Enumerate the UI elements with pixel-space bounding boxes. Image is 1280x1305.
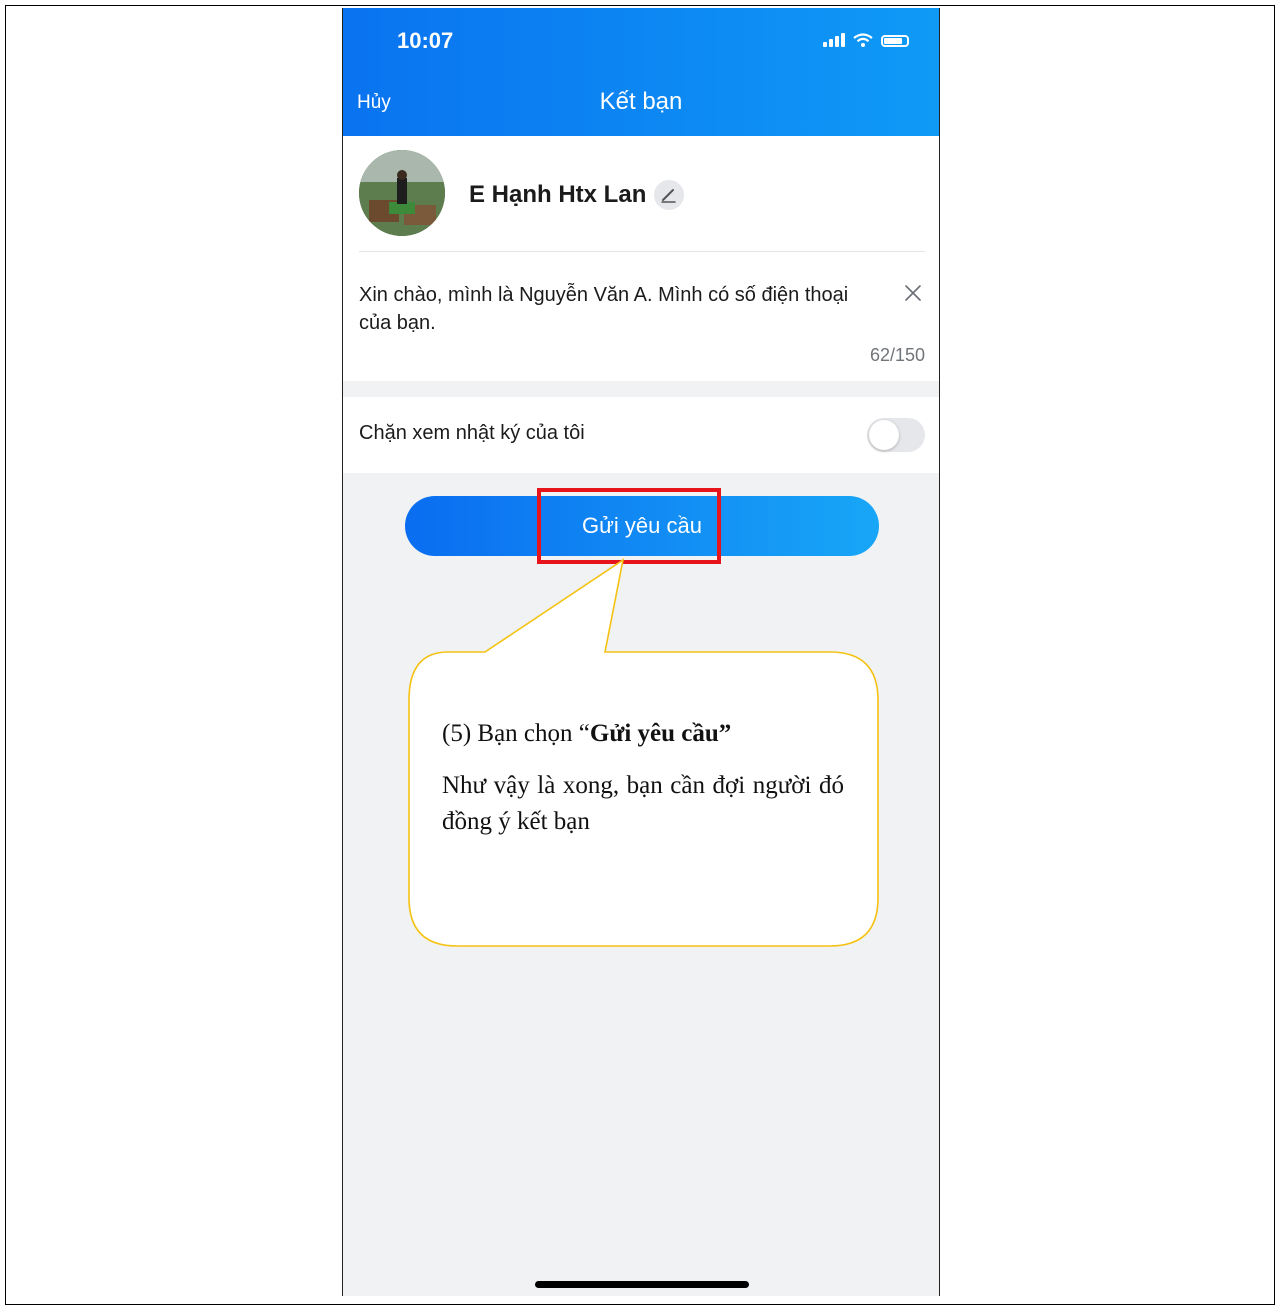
signal-icon [823, 33, 845, 47]
battery-icon [881, 35, 909, 47]
callout-description: Như vậy là xong, bạn cần đợi người đó đồ… [442, 772, 844, 835]
callout-step: (5) Bạn chọn “Gửi yêu cầu” [442, 720, 844, 748]
callout-step-prefix: (5) Bạn chọn “ [442, 720, 590, 747]
toggle-knob [869, 420, 899, 450]
callout-text: (5) Bạn chọn “Gửi yêu cầu” Như vậy là xo… [442, 720, 844, 840]
status-icons [823, 33, 909, 47]
app-header: 10:07 Hủy Kết bạn [343, 8, 939, 136]
contact-name: E Hạnh Htx Lan [469, 180, 685, 210]
callout-step-bold: Gửi yêu cầu” [589, 720, 732, 747]
block-diary-row: Chặn xem nhật ký của tôi [343, 397, 939, 473]
pencil-icon[interactable] [654, 180, 685, 210]
wifi-icon [853, 33, 873, 47]
block-diary-label: Chặn xem nhật ký của tôi [359, 422, 585, 444]
greeting-message-field[interactable]: Xin chào, mình là Nguyễn Văn A. Mình có … [343, 251, 939, 381]
highlight-box [537, 488, 721, 564]
divider [359, 251, 925, 252]
home-indicator [535, 1281, 749, 1288]
avatar[interactable] [359, 150, 445, 236]
page-title: Kết bạn [599, 88, 683, 115]
phone-screen: 10:07 Hủy Kết bạn E Hạnh Htx Lan Xin chà… [342, 8, 940, 1296]
close-icon[interactable] [901, 281, 925, 305]
contact-name-text: E Hạnh Htx Lan [469, 181, 647, 208]
profile-section: E Hạnh Htx Lan [343, 136, 939, 251]
status-time: 10:07 [397, 28, 454, 53]
greeting-message-text[interactable]: Xin chào, mình là Nguyễn Văn A. Mình có … [359, 281, 869, 337]
character-counter: 62/150 [869, 345, 925, 365]
block-diary-toggle[interactable] [867, 418, 925, 452]
